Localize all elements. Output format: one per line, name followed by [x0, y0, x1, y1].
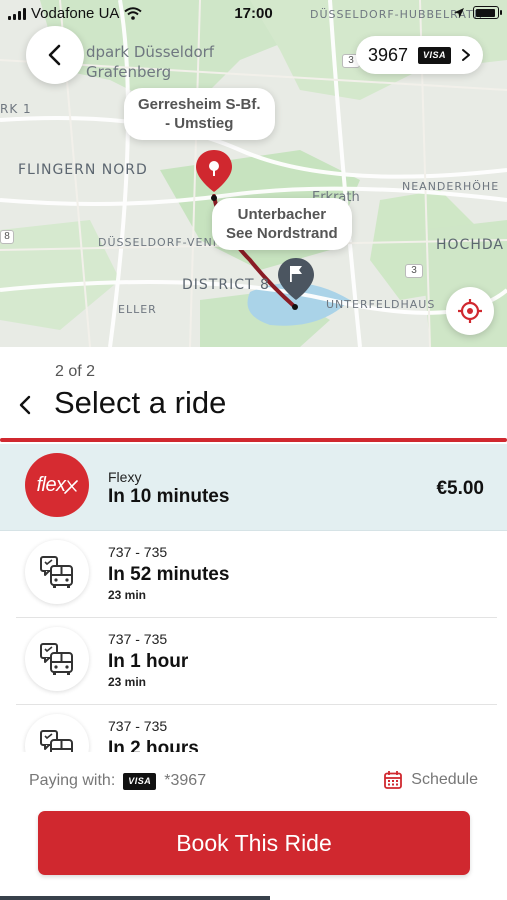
paying-card-number: *3967: [164, 772, 207, 789]
ride-route: 737 - 735: [108, 544, 168, 560]
home-indicator: [0, 896, 270, 900]
chevron-left-icon: [19, 395, 31, 415]
bus-schedule-icon: [25, 714, 89, 752]
map-label-vennhausen: DÜSSELDORF-VENN: [98, 236, 222, 249]
book-ride-button[interactable]: Book This Ride: [38, 811, 470, 875]
road-shield-3: 3: [405, 264, 423, 278]
ride-eta: In 2 hours: [108, 738, 199, 752]
road-shield-8: 8: [0, 230, 14, 244]
ride-eta: In 10 minutes: [108, 486, 230, 507]
bus-schedule-icon: [25, 627, 89, 691]
map-label-flingern: FLINGERN NORD: [18, 162, 148, 178]
ride-selection-sheet: 2 of 2 Select a ride flex Flexy In 10 mi…: [0, 347, 507, 900]
flexy-logo-icon: flex: [25, 453, 89, 517]
ride-duration: 23 min: [108, 675, 147, 689]
visa-logo-icon: VISA: [123, 772, 157, 790]
chevron-right-icon: [462, 49, 470, 61]
progress-divider: [0, 438, 507, 442]
paying-with[interactable]: Paying with: VISA *3967: [29, 772, 206, 790]
battery-level: [475, 8, 496, 17]
visa-logo-icon: VISA: [417, 46, 451, 64]
page-title: Select a ride: [54, 385, 227, 420]
calendar-icon: [384, 771, 403, 789]
ride-option-bus[interactable]: 737 - 735 In 2 hours: [16, 705, 497, 752]
location-arrow-icon: [454, 7, 464, 18]
origin-pin-icon[interactable]: [194, 148, 234, 194]
flexy-swoosh-icon: [63, 480, 78, 494]
map-label-eller: ELLER: [118, 303, 157, 316]
ride-route: 737 - 735: [108, 718, 168, 734]
ride-eta: In 1 hour: [108, 651, 189, 672]
crosshair-location-icon: [458, 299, 482, 323]
map-label-neanderhohe: NEANDERHÖHE: [402, 180, 500, 193]
map-back-button[interactable]: [26, 26, 84, 84]
map-label-district8: DISTRICT 8: [182, 277, 270, 293]
map-label-hochdahl: HOCHDA: [436, 237, 504, 253]
ride-option-bus[interactable]: 737 - 735 In 1 hour 23 min: [16, 618, 497, 705]
clock: 17:00: [234, 5, 273, 22]
ride-route: 737 - 735: [108, 631, 168, 647]
step-indicator: 2 of 2: [55, 363, 96, 380]
payment-row: Paying with: VISA *3967 Schedule: [0, 764, 507, 798]
schedule-button[interactable]: Schedule: [383, 770, 478, 790]
ride-option-flexy[interactable]: flex Flexy In 10 minutes €5.00: [0, 444, 507, 531]
ride-duration: 23 min: [108, 588, 147, 602]
ride-route: Flexy: [108, 469, 142, 485]
map-view[interactable]: dpark Düsseldorf Grafenberg DÜSSELDORF-H…: [0, 0, 507, 347]
status-bar: Vodafone UA 17:00: [0, 0, 507, 26]
chevron-left-icon: [48, 44, 61, 66]
map-label-park: dpark Düsseldorf Grafenberg: [86, 43, 215, 81]
card-last-digits: 3967: [367, 44, 408, 65]
battery-icon: [473, 6, 502, 19]
ride-eta: In 52 minutes: [108, 564, 230, 585]
ride-options-list[interactable]: flex Flexy In 10 minutes €5.00 737 - 735…: [0, 444, 507, 752]
ride-price: €5.00: [436, 478, 484, 499]
map-label-unterfeldhaus: UNTERFELDHAUS: [326, 298, 436, 311]
flexy-logo-text: flex: [36, 473, 66, 496]
sheet-back-button[interactable]: [18, 391, 42, 419]
bus-schedule-icon: [25, 540, 89, 604]
locate-me-button[interactable]: [446, 287, 494, 335]
destination-stop-bubble[interactable]: Unterbacher See Nordstrand: [212, 198, 352, 250]
paying-with-label: Paying with:: [29, 772, 116, 789]
payment-card-chip[interactable]: 3967 VISA: [355, 36, 483, 74]
ride-option-bus[interactable]: 737 - 735 In 52 minutes 23 min: [16, 531, 497, 618]
origin-stop-bubble[interactable]: Gerresheim S-Bf. - Umstieg: [124, 88, 275, 140]
status-right: [453, 6, 502, 19]
destination-flag-pin-icon[interactable]: [276, 256, 316, 302]
schedule-label: Schedule: [411, 771, 478, 788]
map-label-rk1: RK 1: [0, 102, 32, 116]
